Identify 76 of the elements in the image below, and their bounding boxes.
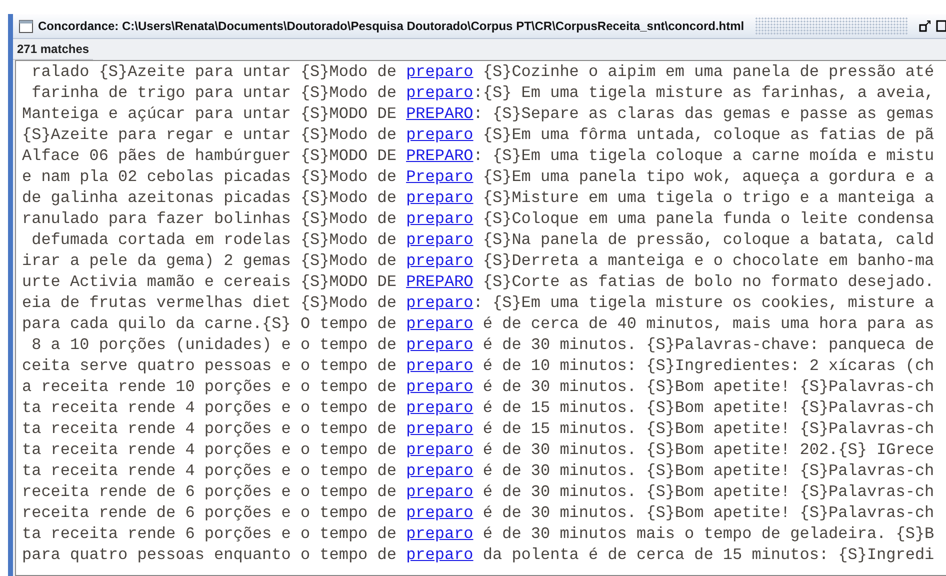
left-context: para quatro pessoas enquanto o tempo de [22, 546, 398, 564]
right-context: : {S}Em uma tigela coloque a carne moída e mistu [473, 147, 934, 165]
left-context: ranulado para fazer bolinhas {S}Modo de [22, 210, 398, 228]
keyword-link[interactable]: preparo [406, 525, 474, 543]
right-context: é de 30 minutos. {S}Bom apetite! {S}Palavras-ch [482, 504, 934, 522]
keyword-link[interactable]: preparo [406, 546, 474, 564]
left-context: irar a pele da gema) 2 gemas {S}Modo de [22, 252, 398, 270]
keyword-link[interactable]: preparo [406, 231, 474, 249]
left-context: de galinha azeitonas picadas {S}Modo de [22, 189, 398, 207]
left-context: ta receita rende 4 porções e o tempo de [22, 462, 398, 480]
keyword-link[interactable]: preparo [406, 126, 474, 144]
keyword-link[interactable]: preparo [406, 483, 474, 501]
right-context: é de 30 minutos mais o tempo de geladeira. {S}B [482, 525, 934, 543]
left-context: urte Activia mamão e cereais {S}MODO DE [22, 273, 398, 291]
left-context: eia de frutas vermelhas diet {S}Modo de [22, 294, 398, 312]
keyword-link[interactable]: preparo [406, 210, 474, 228]
keyword-link[interactable]: preparo [406, 294, 474, 312]
right-context: {S}Em uma fôrma untada, coloque as fatias de pã [482, 126, 934, 144]
keyword-link[interactable]: PREPARO [406, 273, 474, 291]
right-context: {S}Em uma panela tipo wok, aqueça a gordura e a [482, 168, 934, 186]
right-context: : {S}Separe as claras das gemas e passe as gemas [473, 105, 934, 123]
right-context: é de 15 minutos. {S}Bom apetite! {S}Palavras-ch [482, 399, 934, 417]
keyword-link[interactable]: preparo [406, 441, 474, 459]
keyword-link[interactable]: preparo [406, 252, 474, 270]
right-context: {S}Corte as fatias de bolo no formato desejado. [482, 273, 934, 291]
keyword-link[interactable]: preparo [406, 189, 474, 207]
right-context: é de 10 minutos: {S}Ingredientes: 2 xícaras (ch [482, 357, 934, 375]
left-context: Alface 06 pães de hambúrguer {S}MODO DE [22, 147, 398, 165]
keyword-link[interactable]: preparo [406, 315, 474, 333]
left-context: ta receita rende 4 porções e o tempo de [22, 399, 398, 417]
keyword-link[interactable]: preparo [406, 462, 474, 480]
left-context: defumada cortada em rodelas {S}Modo de [30, 231, 398, 249]
left-context: farinha de trigo para untar {S}Modo de [30, 84, 398, 102]
right-context: é de 30 minutos. {S}Bom apetite! {S}Palavras-ch [482, 378, 934, 396]
left-context: receita rende de 6 porções e o tempo de [22, 483, 398, 501]
right-context: é de 30 minutos. {S}Bom apetite! 202.{S} IGrece [482, 441, 934, 459]
right-context: {S}Na panela de pressão, coloque a batata, cald [482, 231, 934, 249]
right-context: :{S} Em uma tigela misture as farinhas, a aveia, [473, 84, 934, 102]
left-context: a receita rende 10 porções e o tempo de [22, 378, 398, 396]
right-context: da polenta é de cerca de 15 minutos: {S}Ingredi [482, 546, 934, 564]
keyword-link[interactable]: preparo [406, 63, 474, 81]
keyword-link[interactable]: preparo [406, 420, 474, 438]
keyword-link[interactable]: preparo [406, 504, 474, 522]
keyword-link[interactable]: preparo [406, 357, 474, 375]
restore-icon[interactable] [919, 20, 931, 32]
right-context: {S}Misture em uma tigela o trigo e a manteiga a [482, 189, 934, 207]
left-context: Manteiga e açúcar para untar {S}MODO DE [22, 105, 398, 123]
keyword-link[interactable]: preparo [406, 336, 474, 354]
keyword-link[interactable]: preparo [406, 84, 474, 102]
left-context: receita rende de 6 porções e o tempo de [22, 504, 398, 522]
maximize-icon[interactable] [936, 20, 946, 32]
right-context: {S}Derreta a manteiga e o chocolate em banho-ma [482, 252, 934, 270]
keyword-link[interactable]: PREPARO [406, 105, 474, 123]
keyword-link[interactable]: Preparo [406, 168, 474, 186]
window-title: Concordance: C:\Users\Renata\Documents\Doutorado\Pesquisa Doutorado\Corpus PT\CR\CorpusReceita_snt\concord.html [38, 19, 744, 33]
left-context: ceita serve quatro pessoas e o tempo de [22, 357, 398, 375]
left-context: ta receita rende 6 porções e o tempo de [22, 525, 398, 543]
keyword-link[interactable]: PREPARO [406, 147, 474, 165]
keyword-link[interactable]: preparo [406, 399, 474, 417]
right-context: é de 30 minutos. {S}Palavras-chave: panqueca de [482, 336, 934, 354]
right-context: : {S}Em uma tigela misture os cookies, misture a [473, 294, 934, 312]
right-context: é de 30 minutos. {S}Bom apetite! {S}Palavras-ch [482, 462, 934, 480]
right-context: é de 15 minutos. {S}Bom apetite! {S}Palavras-ch [482, 420, 934, 438]
left-context: 8 a 10 porções (unidades) e o tempo de [30, 336, 398, 354]
keyword-link[interactable]: preparo [406, 378, 474, 396]
left-context: ralado {S}Azeite para untar {S}Modo de [30, 63, 398, 81]
window-icon [19, 20, 33, 32]
right-context: é de cerca de 40 minutos, mais uma hora para as [482, 315, 934, 333]
left-context: ta receita rende 4 porções e o tempo de [22, 441, 398, 459]
left-context: ta receita rende 4 porções e o tempo de [22, 420, 398, 438]
left-context: para cada quilo da carne.{S} O tempo de [22, 315, 398, 333]
right-context: {S}Cozinhe o aipim em uma panela de pressão até [482, 63, 934, 81]
right-context: {S}Coloque em uma panela funda o leite condensa [482, 210, 934, 228]
left-context: e nam pla 02 cebolas picadas {S}Modo de [22, 168, 398, 186]
left-context: {S}Azeite para regar e untar {S}Modo de [22, 126, 398, 144]
right-context: é de 30 minutos. {S}Bom apetite! {S}Palavras-ch [482, 483, 934, 501]
